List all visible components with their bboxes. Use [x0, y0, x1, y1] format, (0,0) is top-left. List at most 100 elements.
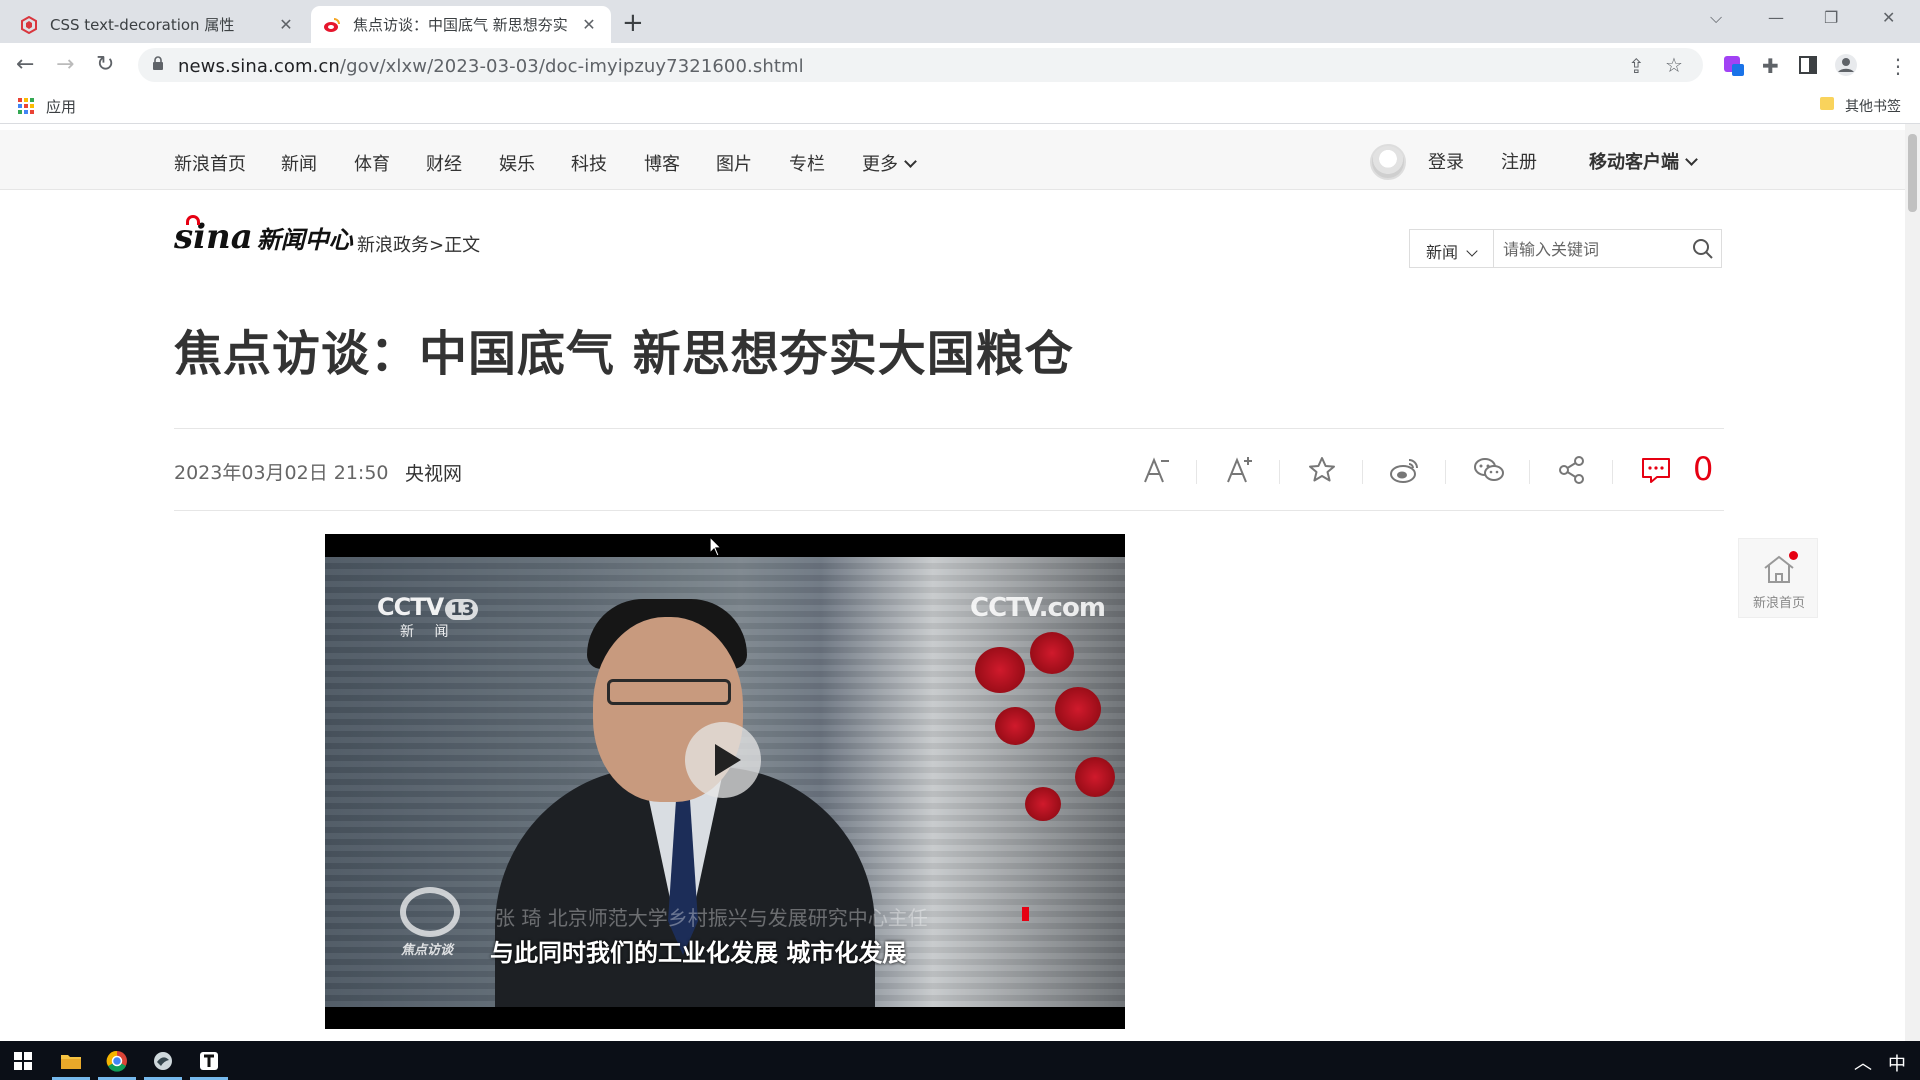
font-decrease-button[interactable]	[1136, 450, 1176, 490]
folder-icon	[1820, 97, 1834, 110]
wechat-share-icon	[1474, 458, 1504, 481]
lock-icon	[153, 56, 163, 70]
start-button[interactable]	[0, 1041, 46, 1080]
weibo-share-icon	[1390, 459, 1418, 483]
page-scrollbar[interactable]	[1905, 124, 1920, 1041]
scrollbar-thumb[interactable]	[1908, 134, 1917, 212]
weibo-share-button[interactable]	[1385, 450, 1425, 490]
chevron-down-icon	[904, 155, 917, 168]
font-increase-icon	[1227, 457, 1252, 483]
avatar[interactable]	[1370, 144, 1406, 180]
profile-icon[interactable]	[1834, 53, 1858, 77]
title-divider	[174, 428, 1724, 429]
search-input[interactable]	[1503, 236, 1683, 262]
minimize-icon[interactable]: —	[1768, 8, 1784, 27]
tool-separator	[1362, 460, 1363, 484]
program-logo-icon	[400, 887, 460, 937]
close-window-icon[interactable]: ✕	[1882, 8, 1895, 27]
site-search: 新闻	[1409, 229, 1722, 268]
notification-dot	[1789, 551, 1798, 560]
register-link[interactable]: 注册	[1501, 148, 1537, 174]
taskbar-chrome[interactable]	[94, 1041, 140, 1080]
close-tab-icon[interactable]: ✕	[276, 15, 296, 34]
bookmark-star-icon[interactable]: ☆	[1665, 53, 1683, 77]
tool-separator	[1529, 460, 1530, 484]
page-viewport: 新浪首页 新闻 体育 财经 娱乐 科技 博客 图片 专栏 更多 登录 注册 移动…	[0, 124, 1905, 1041]
comment-count[interactable]: 0	[1693, 450, 1713, 488]
address-bar[interactable]: news.sina.com.cn/gov/xlxw/2023-03-03/doc…	[138, 48, 1703, 82]
nav-link-finance[interactable]: 财经	[426, 150, 462, 176]
tab-search-icon[interactable]: ⌵	[1710, 8, 1722, 28]
page-title: 焦点访谈：中国底气 新思想夯实大国粮仓	[174, 326, 1074, 382]
nav-link-tech[interactable]: 科技	[571, 150, 607, 176]
nav-link-sports[interactable]: 体育	[354, 150, 390, 176]
nav-link-news[interactable]: 新闻	[281, 150, 317, 176]
chevron-down-icon	[1466, 245, 1478, 257]
tray-chevron-up-icon[interactable]: ︿	[1854, 1049, 1872, 1075]
apps-bookmark[interactable]: 应用	[46, 96, 76, 117]
search-icon[interactable]	[1692, 238, 1714, 260]
nav-link-blog[interactable]: 博客	[644, 150, 680, 176]
tab-title: CSS text-decoration 属性	[50, 16, 235, 34]
apps-grid-icon[interactable]	[18, 98, 34, 114]
reload-icon[interactable]: ↻	[96, 52, 114, 77]
browser-tab-sina[interactable]: 焦点访谈：中国底气 新思想夯实 ✕	[311, 6, 611, 43]
folder-icon	[61, 1054, 81, 1069]
sina-news-logo[interactable]: sina 新闻中心	[174, 215, 353, 257]
site-top-nav: 新浪首页 新闻 体育 财经 娱乐 科技 博客 图片 专栏 更多 登录 注册 移动…	[0, 130, 1905, 190]
comment-button[interactable]	[1636, 450, 1676, 490]
share-button[interactable]	[1552, 450, 1592, 490]
mobile-client-dropdown[interactable]: 移动客户端	[1589, 148, 1698, 174]
person-glasses	[607, 679, 731, 705]
taskbar-typora[interactable]	[186, 1041, 232, 1080]
video-player[interactable]: CCTV 13 新 闻 CCTV.com 焦点访谈 张 琦 北京师范大学乡村振兴与…	[325, 534, 1125, 1029]
ime-indicator[interactable]: 中	[1888, 1050, 1906, 1076]
windows-logo-icon	[14, 1051, 32, 1070]
url-text: news.sina.com.cn/gov/xlxw/2023-03-03/doc…	[178, 56, 804, 77]
search-category-select[interactable]: 新闻	[1410, 230, 1494, 267]
breadcrumb-section[interactable]: 新浪政务	[357, 235, 429, 256]
floating-home-button[interactable]: 新浪首页	[1738, 538, 1818, 618]
tool-separator	[1612, 460, 1613, 484]
nav-link-photos[interactable]: 图片	[716, 150, 752, 176]
menu-dots-icon[interactable]: ⋮	[1888, 54, 1908, 78]
tab-title: 焦点访谈：中国底气 新思想夯实	[353, 16, 568, 34]
share-icon	[1559, 456, 1584, 484]
extensions-puzzle-icon[interactable]: ✚	[1762, 54, 1779, 78]
program-logo-label: 焦点访谈	[401, 943, 454, 958]
side-panel-icon[interactable]	[1799, 56, 1817, 74]
favorite-button[interactable]	[1302, 450, 1342, 490]
close-tab-icon[interactable]: ✕	[579, 15, 599, 34]
favorite-star-icon	[1309, 457, 1335, 482]
nav-more-dropdown[interactable]: 更多	[862, 150, 917, 176]
browser-tab-bar: CSS text-decoration 属性 ✕ 焦点访谈：中国底气 新思想夯实…	[0, 0, 1920, 43]
nav-link-home[interactable]: 新浪首页	[174, 150, 246, 176]
login-link[interactable]: 登录	[1428, 148, 1464, 174]
new-tab-icon[interactable]: +	[622, 8, 644, 38]
bird-app-icon	[154, 1051, 172, 1070]
back-icon[interactable]: ←	[16, 52, 34, 77]
share-page-icon[interactable]: ⇪	[1628, 54, 1645, 78]
font-increase-button[interactable]	[1219, 450, 1259, 490]
windows-taskbar: ︿ 中	[0, 1041, 1920, 1080]
caption-red-marker	[1022, 907, 1029, 921]
taskbar-file-explorer[interactable]	[48, 1041, 94, 1080]
forward-icon[interactable]: →	[56, 52, 74, 77]
article-source[interactable]: 央视网	[405, 459, 462, 486]
taskbar-app-2[interactable]	[140, 1041, 186, 1080]
chrome-icon	[106, 1050, 127, 1072]
cctv13-logo: CCTV 13	[377, 593, 479, 621]
nav-link-columns[interactable]: 专栏	[789, 150, 825, 176]
restore-icon[interactable]: ❐	[1824, 8, 1838, 27]
tool-separator	[1279, 460, 1280, 484]
comment-icon	[1642, 458, 1670, 483]
wechat-share-button[interactable]	[1469, 450, 1509, 490]
play-button[interactable]	[685, 722, 761, 798]
browser-tab-css[interactable]: CSS text-decoration 属性 ✕	[8, 6, 308, 43]
sina-icon	[324, 17, 340, 32]
other-bookmarks[interactable]: 其他书签	[1845, 96, 1901, 116]
mouse-cursor-icon	[709, 536, 723, 557]
browser-toolbar: ← → ↻ news.sina.com.cn/gov/xlxw/2023-03-…	[0, 43, 1920, 87]
extension-icon[interactable]	[1722, 54, 1746, 78]
nav-link-entertainment[interactable]: 娱乐	[499, 150, 535, 176]
